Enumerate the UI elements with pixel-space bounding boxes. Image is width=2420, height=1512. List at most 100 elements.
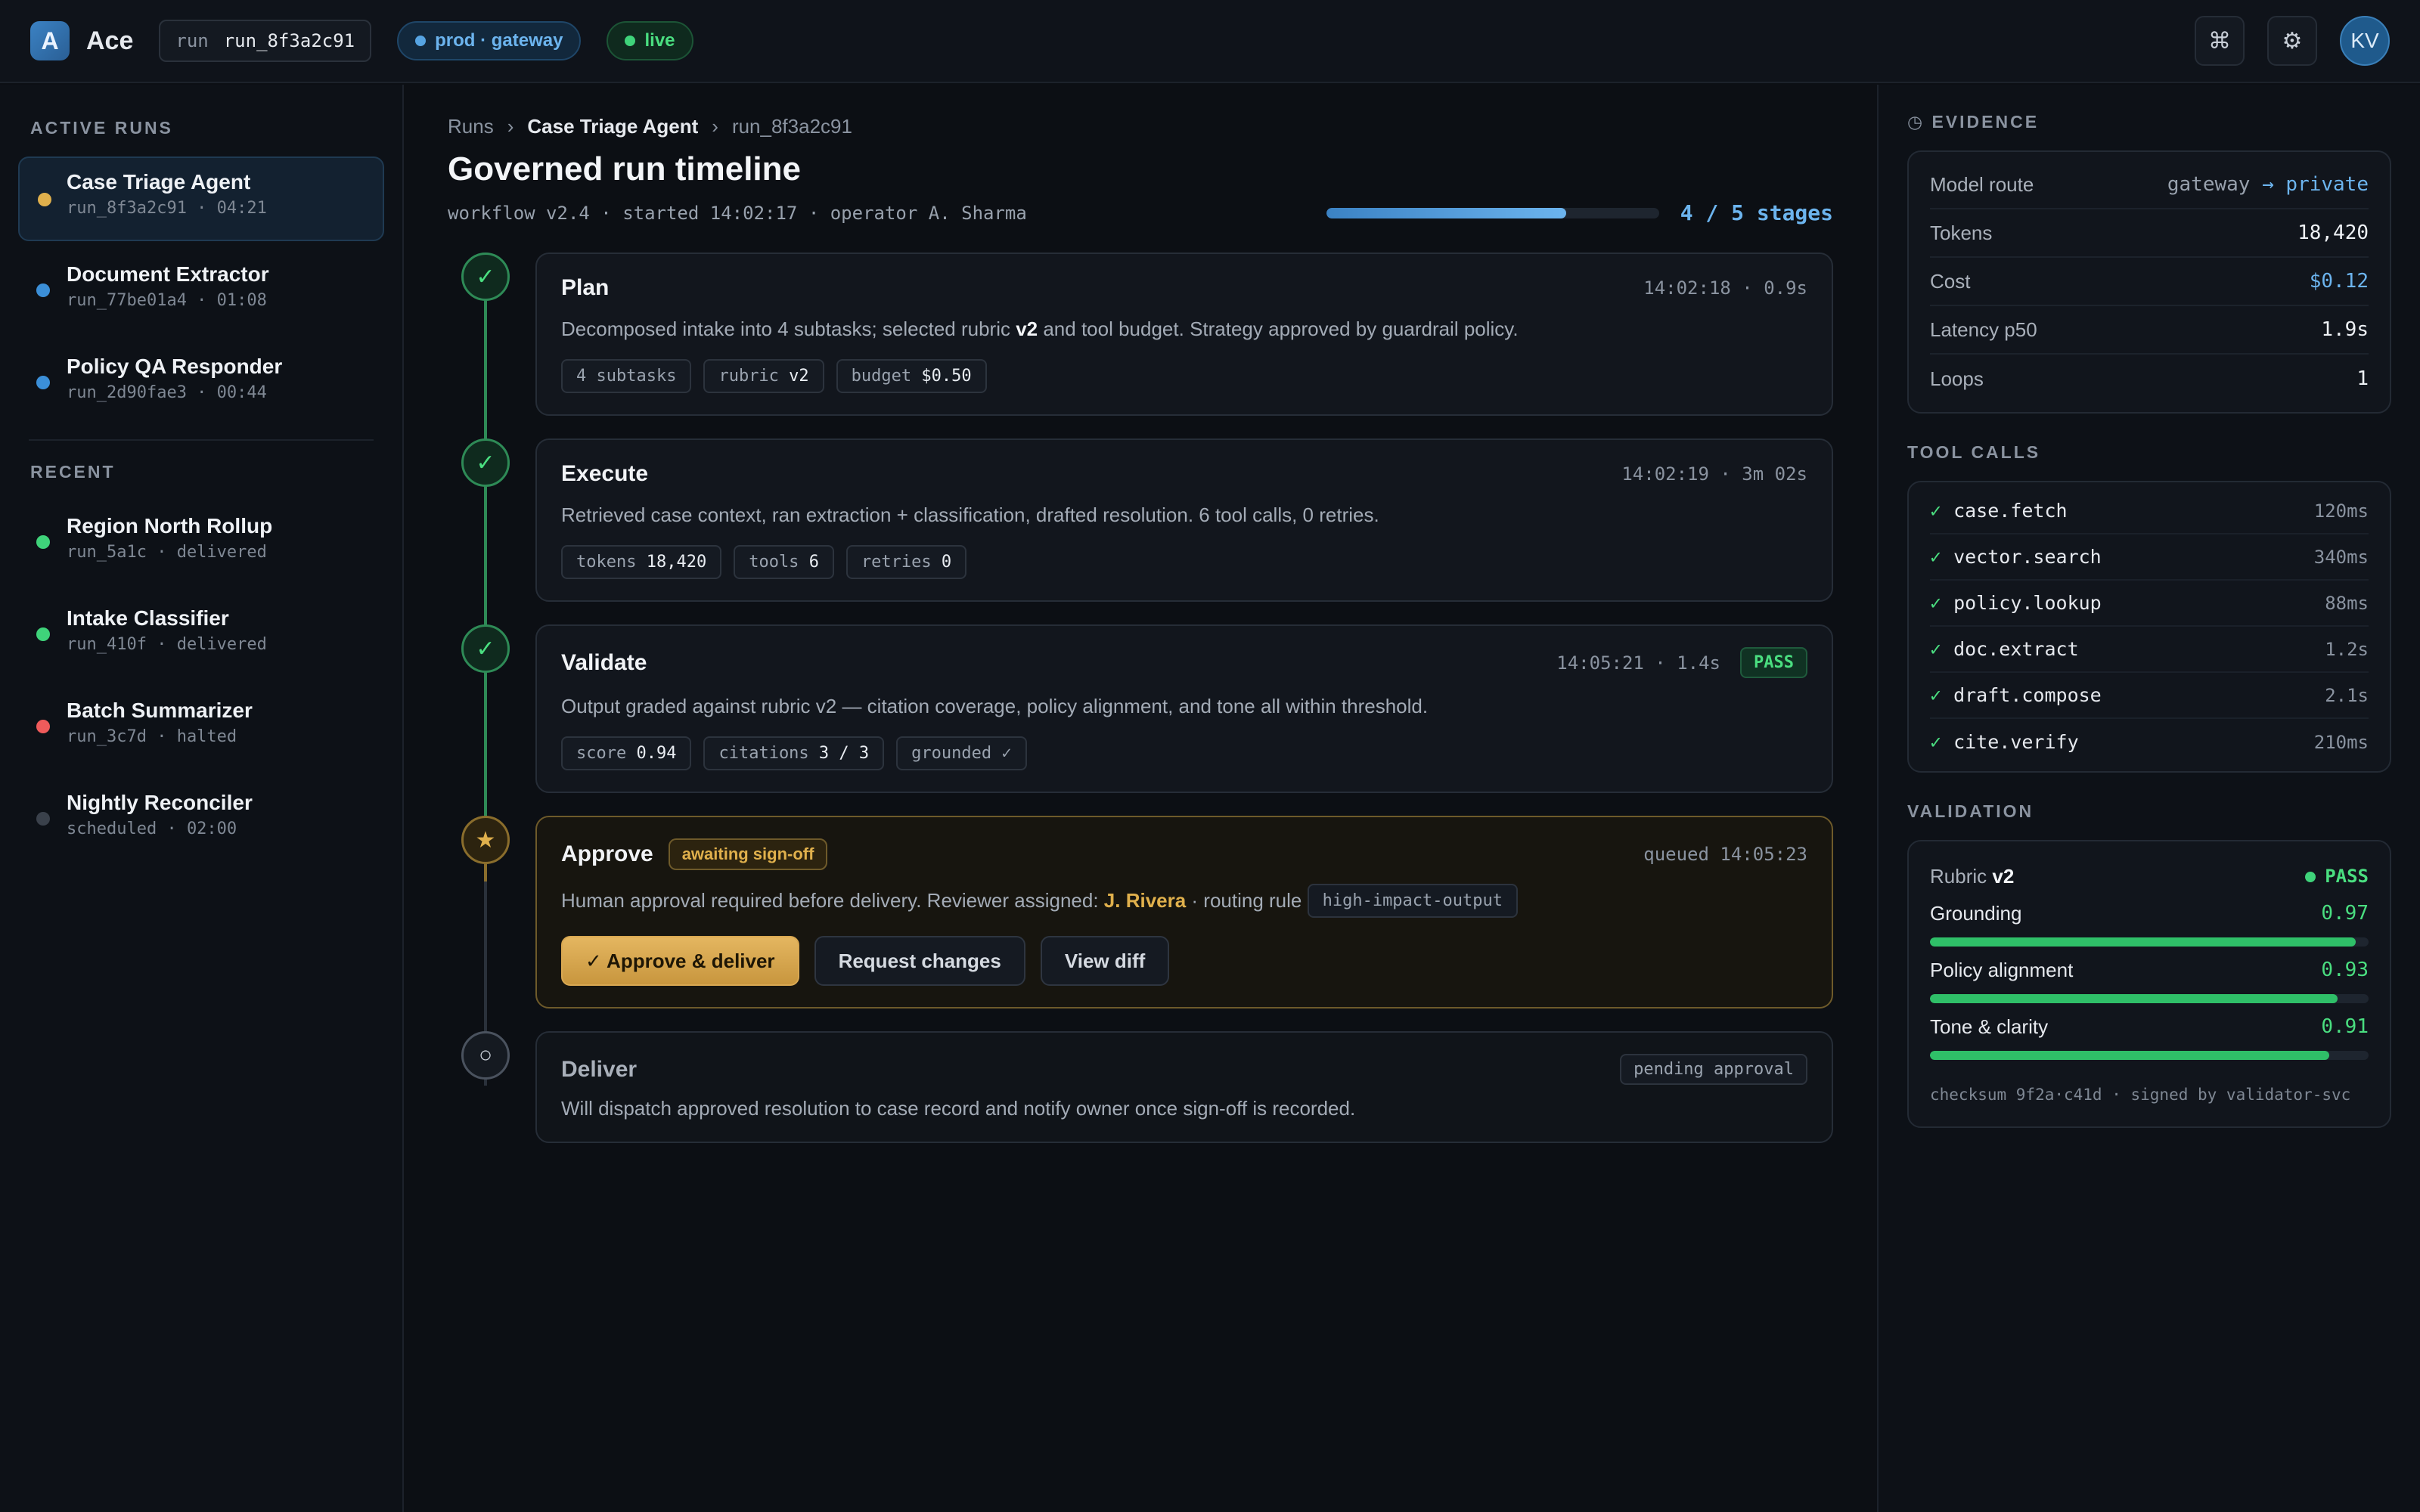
- app-logo[interactable]: A: [30, 21, 70, 60]
- metric-value: 0.93: [2321, 959, 2369, 981]
- tool-call-row[interactable]: ✓ policy.lookup 88ms: [1930, 581, 2369, 627]
- metric-bar-fill: [1930, 1051, 2329, 1060]
- validation-metric: Grounding 0.97: [1930, 902, 2369, 947]
- stage-time: queued 14:05:23: [1643, 844, 1807, 865]
- run-name: Nightly Reconciler: [67, 791, 253, 814]
- validation-heading: VALIDATION: [1907, 801, 2034, 821]
- tool-call-row[interactable]: ✓ vector.search 340ms: [1930, 534, 2369, 581]
- run-name: Intake Classifier: [67, 606, 229, 630]
- run-meta: workflow v2.4 · started 14:02:17 · opera…: [448, 200, 1833, 225]
- run-item-active[interactable]: Case Triage Agent run_8f3a2c91 · 04:21: [18, 156, 384, 241]
- tool-duration: 88ms: [2325, 592, 2369, 614]
- view-diff-button[interactable]: View diff: [1040, 936, 1170, 986]
- cost-row: Cost $0.12: [1930, 258, 2369, 306]
- status-dot-icon: [36, 376, 50, 389]
- run-subtitle: run_410f · delivered: [67, 635, 267, 654]
- tool-duration: 2.1s: [2325, 684, 2369, 706]
- request-changes-button[interactable]: Request changes: [814, 936, 1025, 986]
- environment-badge[interactable]: prod · gateway: [397, 21, 582, 60]
- check-icon: ✓: [1930, 638, 1942, 660]
- stage-card-plan[interactable]: Plan 14:02:18 · 0.9s Decomposed intake i…: [535, 253, 1833, 416]
- run-id-chip[interactable]: run run_8f3a2c91: [159, 20, 372, 62]
- checksum-text: checksum 9f2a·c41d · signed by validator…: [1930, 1086, 2351, 1104]
- run-item-recent[interactable]: Nightly Reconciler scheduled · 02:00: [18, 777, 384, 862]
- evidence-card: Model route gateway → private Tokens 18,…: [1907, 150, 2391, 414]
- tool-calls-card: ✓ case.fetch 120ms ✓ vector.search 340ms ✓ poli…: [1907, 481, 2391, 773]
- stage-title: Deliver: [561, 1056, 638, 1082]
- breadcrumb: Runs › Case Triage Agent › run_8f3a2c91: [448, 115, 1833, 138]
- approve-deliver-button[interactable]: ✓ Approve & deliver: [561, 936, 799, 986]
- run-item-recent[interactable]: Batch Summarizer run_3c7d · halted: [18, 685, 384, 770]
- tag-tokens: tokens 18,420: [561, 545, 722, 579]
- tool-name: vector.search: [1953, 546, 2102, 568]
- stage-description: Output graded against rubric v2 — citati…: [561, 695, 1429, 717]
- run-item-active[interactable]: Document Extractor run_77be01a4 · 01:08: [18, 249, 384, 333]
- run-item-active[interactable]: Policy QA Responder run_2d90fae3 · 00:44: [18, 341, 384, 426]
- tool-duration: 120ms: [2313, 500, 2369, 522]
- metric-name: Grounding: [1930, 902, 2022, 925]
- model-route-row: Model route gateway → private: [1930, 161, 2369, 209]
- recent-runs-heading: RECENT: [30, 462, 116, 482]
- run-item-recent[interactable]: Intake Classifier run_410f · delivered: [18, 593, 384, 677]
- tool-call-row[interactable]: ✓ draft.compose 2.1s: [1930, 673, 2369, 719]
- stage-description: Human approval required before delivery.…: [561, 884, 1807, 918]
- breadcrumb-runs[interactable]: Runs: [448, 115, 494, 138]
- pass-dot-icon: [2305, 872, 2316, 882]
- tool-name: policy.lookup: [1953, 592, 2102, 614]
- environment-dot-icon: [415, 36, 427, 46]
- tool-call-row[interactable]: ✓ doc.extract 1.2s: [1930, 627, 2369, 673]
- tag-grounded: grounded ✓: [896, 736, 1027, 770]
- metric-value: 0.91: [2321, 1015, 2369, 1038]
- tool-call-row[interactable]: ✓ cite.verify 210ms: [1930, 719, 2369, 765]
- metric-bar-fill: [1930, 937, 2356, 947]
- check-icon: ✓: [1930, 546, 1942, 568]
- breadcrumb-agent[interactable]: Case Triage Agent: [527, 115, 698, 138]
- run-meta-text: workflow v2.4 · started 14:02:17 · opera…: [448, 202, 1027, 224]
- stage-progress: 4 / 5 stages: [1326, 200, 1833, 225]
- stage-description: Retrieved case context, ran extraction +…: [561, 503, 1379, 526]
- approval-actions: ✓ Approve & deliver Request changes View…: [561, 936, 1807, 986]
- command-palette-button[interactable]: ⌘: [2195, 16, 2245, 66]
- user-avatar[interactable]: KV: [2340, 16, 2390, 66]
- tool-call-row[interactable]: ✓ case.fetch 120ms: [1930, 488, 2369, 534]
- run-subtitle: run_8f3a2c91 · 04:21: [67, 199, 267, 218]
- run-name: Case Triage Agent: [67, 170, 251, 194]
- tool-name: doc.extract: [1953, 638, 2079, 660]
- tag-retries: retries 0: [845, 545, 967, 579]
- tool-name: cite.verify: [1953, 731, 2079, 753]
- stage-card-approve[interactable]: Approve awaiting sign-off queued 14:05:2…: [535, 816, 1833, 1009]
- page-title: Governed run timeline: [448, 150, 801, 187]
- stage-plan: ✓ Plan 14:02:18 · 0.9s Decomposed intake…: [448, 253, 1833, 416]
- validation-pass-badge: PASS: [2305, 866, 2369, 887]
- stage-card-validate[interactable]: Validate 14:05:21 · 1.4s PASS Output gra…: [535, 624, 1833, 793]
- tool-name: case.fetch: [1953, 500, 2068, 522]
- main-content: Runs › Case Triage Agent › run_8f3a2c91 Gove…: [405, 85, 1876, 1512]
- tokens-row: Tokens 18,420: [1930, 209, 2369, 258]
- stage-card-execute[interactable]: Execute 14:02:19 · 3m 02s Retrieved case…: [535, 438, 1833, 602]
- tag-budget: budget $0.50: [836, 359, 987, 393]
- check-icon: ✓: [1930, 500, 1942, 522]
- stage-card-deliver[interactable]: Deliver pending approval Will dispatch a…: [535, 1031, 1833, 1143]
- check-icon: ✓: [461, 438, 510, 487]
- stage-title: Approve: [561, 841, 653, 866]
- top-bar: A Ace run run_8f3a2c91 prod · gateway li…: [0, 0, 2420, 83]
- breadcrumb-separator-icon: ›: [712, 115, 718, 138]
- evidence-heading: ◷ EVIDENCE: [1907, 112, 2040, 132]
- status-dot-icon: [36, 535, 50, 549]
- validation-card: Rubric v2 PASS Grounding 0.97 Policy align…: [1907, 840, 2391, 1128]
- settings-button[interactable]: ⚙: [2267, 16, 2317, 66]
- stage-progress-fill: [1326, 207, 1566, 218]
- circle-icon: ○: [461, 1031, 510, 1080]
- stage-approve: ★ Approve awaiting sign-off queued 14:05…: [448, 816, 1833, 1009]
- stage-title: Plan: [561, 275, 610, 300]
- status-dot-icon: [36, 284, 50, 297]
- app-name: Ace: [86, 26, 134, 55]
- run-item-recent[interactable]: Region North Rollup run_5a1c · delivered: [18, 500, 384, 585]
- stage-progress-bar: [1326, 207, 1659, 218]
- active-runs-heading: ACTIVE RUNS: [30, 118, 173, 138]
- tag-rubric: rubric v2: [703, 359, 824, 393]
- reviewer-name[interactable]: J. Rivera: [1104, 889, 1186, 912]
- pending-approval-badge: pending approval: [1620, 1054, 1807, 1085]
- run-subtitle: scheduled · 02:00: [67, 820, 237, 838]
- tag-tools: tools 6: [734, 545, 834, 579]
